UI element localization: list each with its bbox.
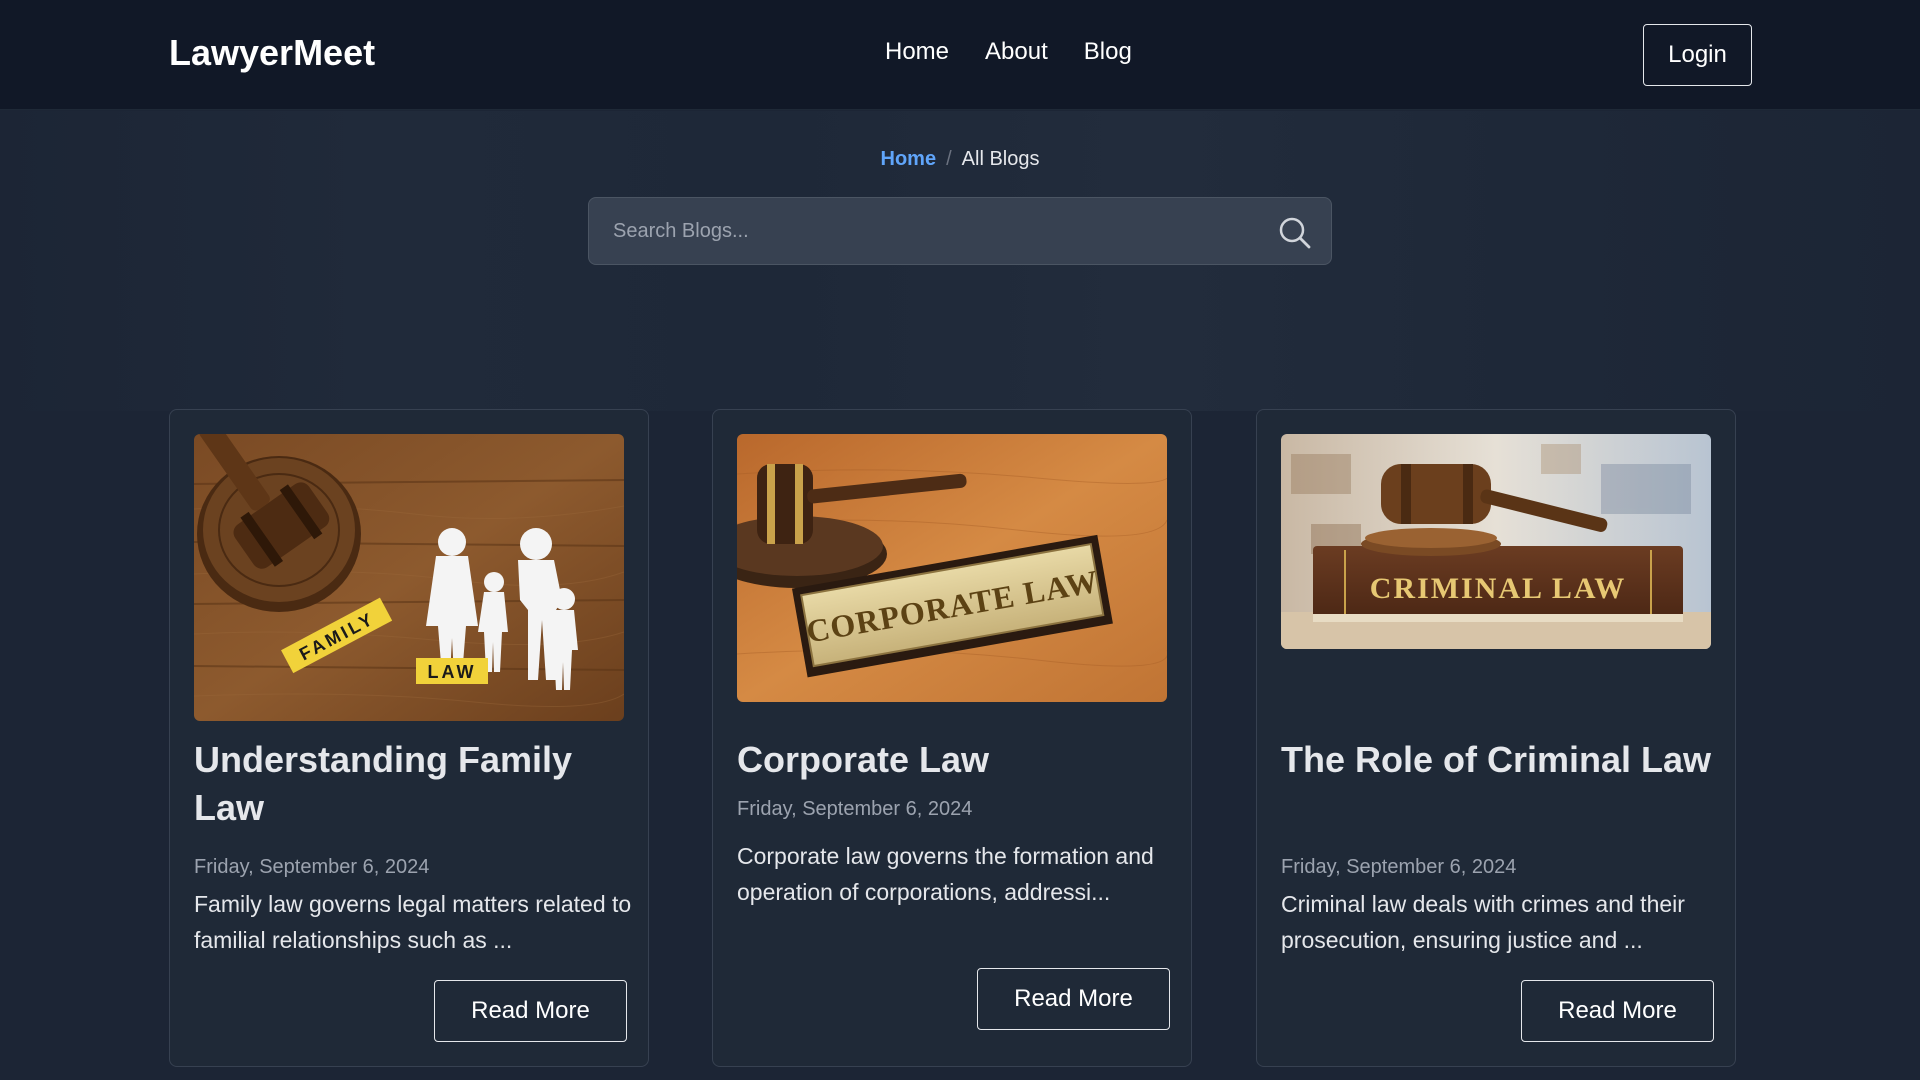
criminal-law-image: CRIMINAL LAW xyxy=(1281,434,1711,649)
brand-logo[interactable]: LawyerMeet xyxy=(169,32,375,74)
navbar: LawyerMeet Home About Blog Login xyxy=(0,0,1920,110)
family-law-image: FAMILY LAW xyxy=(194,434,624,721)
blog-card-date: Friday, September 6, 2024 xyxy=(737,798,973,820)
breadcrumb-current: All Blogs xyxy=(961,148,1040,170)
blog-card-excerpt: Corporate law governs the formation and … xyxy=(737,843,1154,905)
login-button[interactable]: Login xyxy=(1643,24,1752,86)
blog-card-excerpt: Criminal law deals with crimes and their… xyxy=(1281,891,1685,953)
nav-links: Home About Blog xyxy=(885,38,1132,66)
search-box xyxy=(588,197,1332,265)
criminal-law-book-text: CRIMINAL LAW xyxy=(1370,572,1627,605)
blog-card-image: CORPORATE LAW xyxy=(737,434,1167,702)
breadcrumb-separator: / xyxy=(946,148,952,170)
blog-card-image: CRIMINAL LAW xyxy=(1281,434,1711,649)
blog-card-date: Friday, September 6, 2024 xyxy=(194,856,430,878)
blog-card: CORPORATE LAW Corporate Law Friday, Sept… xyxy=(712,409,1192,1067)
blog-card-image: FAMILY LAW xyxy=(194,434,624,721)
corporate-law-image: CORPORATE LAW xyxy=(737,434,1167,702)
search-input[interactable] xyxy=(589,198,1249,264)
breadcrumb-home-link[interactable]: Home xyxy=(881,148,937,170)
nav-link-home[interactable]: Home xyxy=(885,38,949,66)
blog-card: FAMILY LAW Understanding Family Law Frid… xyxy=(169,409,649,1067)
blog-card-title[interactable]: Understanding Family Law xyxy=(194,736,634,832)
blog-card-date: Friday, September 6, 2024 xyxy=(1281,856,1517,878)
nav-link-blog[interactable]: Blog xyxy=(1084,38,1132,66)
blog-card: CRIMINAL LAW The Role of Criminal Law Fr… xyxy=(1256,409,1736,1067)
search-icon[interactable] xyxy=(1277,215,1313,251)
nav-link-about[interactable]: About xyxy=(985,38,1048,66)
blog-card-title[interactable]: The Role of Criminal Law xyxy=(1281,736,1721,784)
blog-card-excerpt: Family law governs legal matters related… xyxy=(194,891,632,953)
breadcrumb: Home / All Blogs xyxy=(0,148,1920,171)
read-more-button[interactable]: Read More xyxy=(434,980,627,1042)
read-more-button[interactable]: Read More xyxy=(1521,980,1714,1042)
blog-card-title[interactable]: Corporate Law xyxy=(737,736,1177,784)
read-more-button[interactable]: Read More xyxy=(977,968,1170,1030)
law-label: LAW xyxy=(428,662,477,682)
